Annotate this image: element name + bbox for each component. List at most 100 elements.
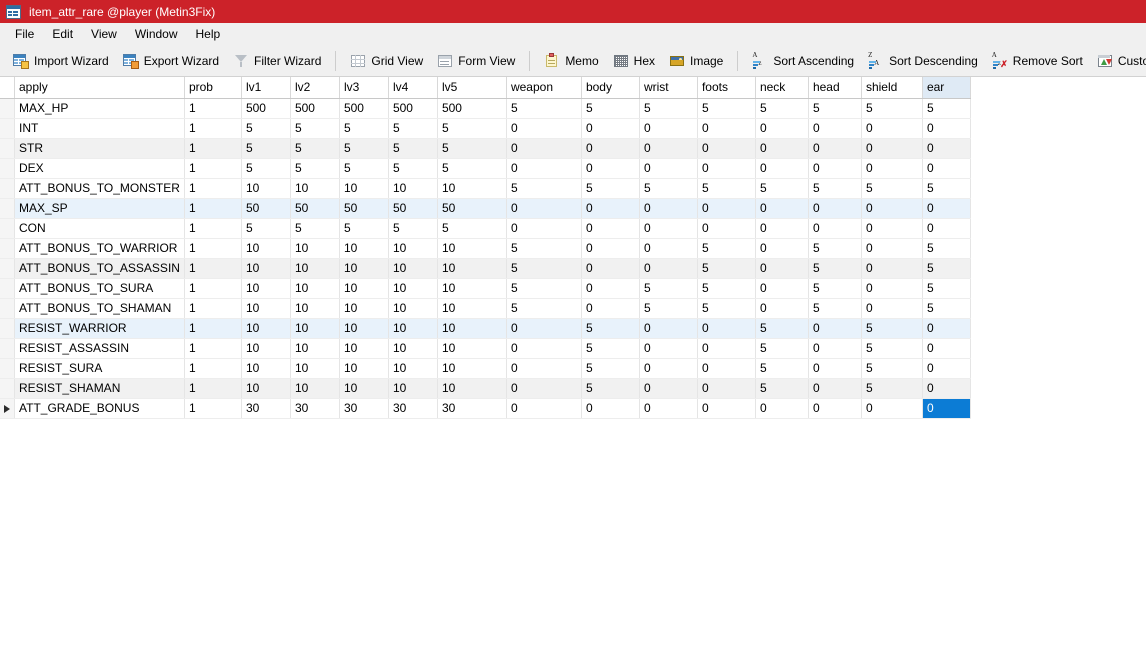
cell-foots[interactable]: 5 [697, 278, 756, 299]
selected-cell[interactable]: 0 [922, 398, 971, 419]
cell-foots[interactable]: 0 [697, 398, 756, 419]
column-header-lv1[interactable]: lv1 [241, 77, 291, 99]
cell-wrist[interactable]: 0 [639, 138, 698, 159]
cell-neck[interactable]: 0 [755, 298, 809, 319]
cell-lv2[interactable]: 10 [290, 318, 340, 339]
cell-prob[interactable]: 1 [184, 98, 242, 119]
cell-wrist[interactable]: 5 [639, 298, 698, 319]
cell-lv5[interactable]: 10 [437, 338, 507, 359]
cell-lv4[interactable]: 10 [388, 178, 438, 199]
cell-wrist[interactable]: 5 [639, 278, 698, 299]
cell-head[interactable]: 0 [808, 138, 862, 159]
cell-lv3[interactable]: 10 [339, 358, 389, 379]
cell-ear[interactable]: 0 [922, 118, 971, 139]
cell-shield[interactable]: 5 [861, 358, 923, 379]
cell-lv4[interactable]: 10 [388, 238, 438, 259]
cell-lv4[interactable]: 10 [388, 378, 438, 399]
cell-lv5[interactable]: 5 [437, 118, 507, 139]
image-button[interactable]: Image [662, 48, 730, 74]
cell-lv1[interactable]: 10 [241, 318, 291, 339]
column-header-shield[interactable]: shield [861, 77, 923, 99]
cell-weapon[interactable]: 0 [506, 358, 582, 379]
cell-lv5[interactable]: 5 [437, 138, 507, 159]
cell-head[interactable]: 5 [808, 298, 862, 319]
sort-ascending-button[interactable]: Az Sort Ascending [745, 48, 861, 74]
cell-ear[interactable]: 0 [922, 138, 971, 159]
cell-foots[interactable]: 0 [697, 158, 756, 179]
cell-shield[interactable]: 0 [861, 138, 923, 159]
cell-lv5[interactable]: 10 [437, 378, 507, 399]
cell-lv2[interactable]: 5 [290, 118, 340, 139]
cell-lv1[interactable]: 10 [241, 178, 291, 199]
cell-foots[interactable]: 0 [697, 118, 756, 139]
cell-lv3[interactable]: 10 [339, 178, 389, 199]
cell-apply[interactable]: MAX_HP [14, 98, 185, 119]
table-row[interactable]: ATT_GRADE_BONUS 1 30 30 30 30 30 0 0 0 0 0 0 0 0 [0, 398, 971, 419]
cell-shield[interactable]: 0 [861, 298, 923, 319]
row-indicator-cell[interactable] [0, 298, 15, 319]
cell-lv2[interactable]: 500 [290, 98, 340, 119]
grid-body[interactable]: MAX_HP 1 500 500 500 500 500 5 5 5 5 5 5 5 5 INT 1 5 5 5 5 5 0… [0, 98, 971, 419]
cell-ear[interactable]: 0 [922, 378, 971, 399]
cell-ear[interactable]: 5 [922, 238, 971, 259]
cell-foots[interactable]: 5 [697, 178, 756, 199]
cell-weapon[interactable]: 5 [506, 298, 582, 319]
cell-wrist[interactable]: 0 [639, 238, 698, 259]
row-indicator-cell[interactable] [0, 278, 15, 299]
cell-lv2[interactable]: 5 [290, 138, 340, 159]
cell-lv4[interactable]: 50 [388, 198, 438, 219]
column-header-weapon[interactable]: weapon [506, 77, 582, 99]
column-header-wrist[interactable]: wrist [639, 77, 698, 99]
table-row[interactable]: ATT_BONUS_TO_ASSASSIN 1 10 10 10 10 10 5 0 0 5 0 5 0 5 [0, 258, 971, 279]
cell-weapon[interactable]: 0 [506, 398, 582, 419]
cell-wrist[interactable]: 0 [639, 318, 698, 339]
table-row[interactable]: INT 1 5 5 5 5 5 0 0 0 0 0 0 0 0 [0, 118, 971, 139]
cell-prob[interactable]: 1 [184, 318, 242, 339]
cell-neck[interactable]: 0 [755, 258, 809, 279]
row-indicator-cell[interactable] [0, 178, 15, 199]
cell-lv4[interactable]: 10 [388, 358, 438, 379]
cell-ear[interactable]: 5 [922, 278, 971, 299]
cell-prob[interactable]: 1 [184, 338, 242, 359]
cell-head[interactable]: 5 [808, 98, 862, 119]
cell-body[interactable]: 0 [581, 138, 640, 159]
cell-lv5[interactable]: 10 [437, 298, 507, 319]
cell-body[interactable]: 0 [581, 298, 640, 319]
cell-lv3[interactable]: 50 [339, 198, 389, 219]
cell-lv1[interactable]: 10 [241, 358, 291, 379]
grid-view-button[interactable]: Grid View [343, 48, 430, 74]
cell-ear[interactable]: 0 [922, 318, 971, 339]
cell-lv5[interactable]: 10 [437, 238, 507, 259]
cell-body[interactable]: 0 [581, 158, 640, 179]
cell-foots[interactable]: 0 [697, 218, 756, 239]
cell-lv3[interactable]: 10 [339, 298, 389, 319]
cell-head[interactable]: 5 [808, 278, 862, 299]
cell-apply[interactable]: MAX_SP [14, 198, 185, 219]
cell-weapon[interactable]: 5 [506, 278, 582, 299]
cell-wrist[interactable]: 0 [639, 158, 698, 179]
cell-lv5[interactable]: 500 [437, 98, 507, 119]
cell-lv2[interactable]: 10 [290, 338, 340, 359]
cell-prob[interactable]: 1 [184, 298, 242, 319]
cell-apply[interactable]: STR [14, 138, 185, 159]
cell-prob[interactable]: 1 [184, 378, 242, 399]
cell-foots[interactable]: 5 [697, 258, 756, 279]
cell-body[interactable]: 5 [581, 358, 640, 379]
cell-lv3[interactable]: 10 [339, 258, 389, 279]
cell-lv5[interactable]: 30 [437, 398, 507, 419]
remove-sort-button[interactable]: Az ✗ Remove Sort [985, 48, 1090, 74]
cell-lv1[interactable]: 5 [241, 218, 291, 239]
cell-apply[interactable]: CON [14, 218, 185, 239]
cell-body[interactable]: 0 [581, 278, 640, 299]
cell-ear[interactable]: 5 [922, 178, 971, 199]
row-indicator-cell[interactable] [0, 198, 15, 219]
cell-apply[interactable]: RESIST_SHAMAN [14, 378, 185, 399]
cell-lv2[interactable]: 10 [290, 298, 340, 319]
cell-lv5[interactable]: 10 [437, 358, 507, 379]
cell-foots[interactable]: 0 [697, 338, 756, 359]
menu-item-file[interactable]: File [6, 24, 43, 44]
cell-lv3[interactable]: 5 [339, 158, 389, 179]
custom-sort-button[interactable]: Custom Sort [1090, 48, 1146, 74]
cell-neck[interactable]: 0 [755, 158, 809, 179]
cell-lv3[interactable]: 10 [339, 238, 389, 259]
